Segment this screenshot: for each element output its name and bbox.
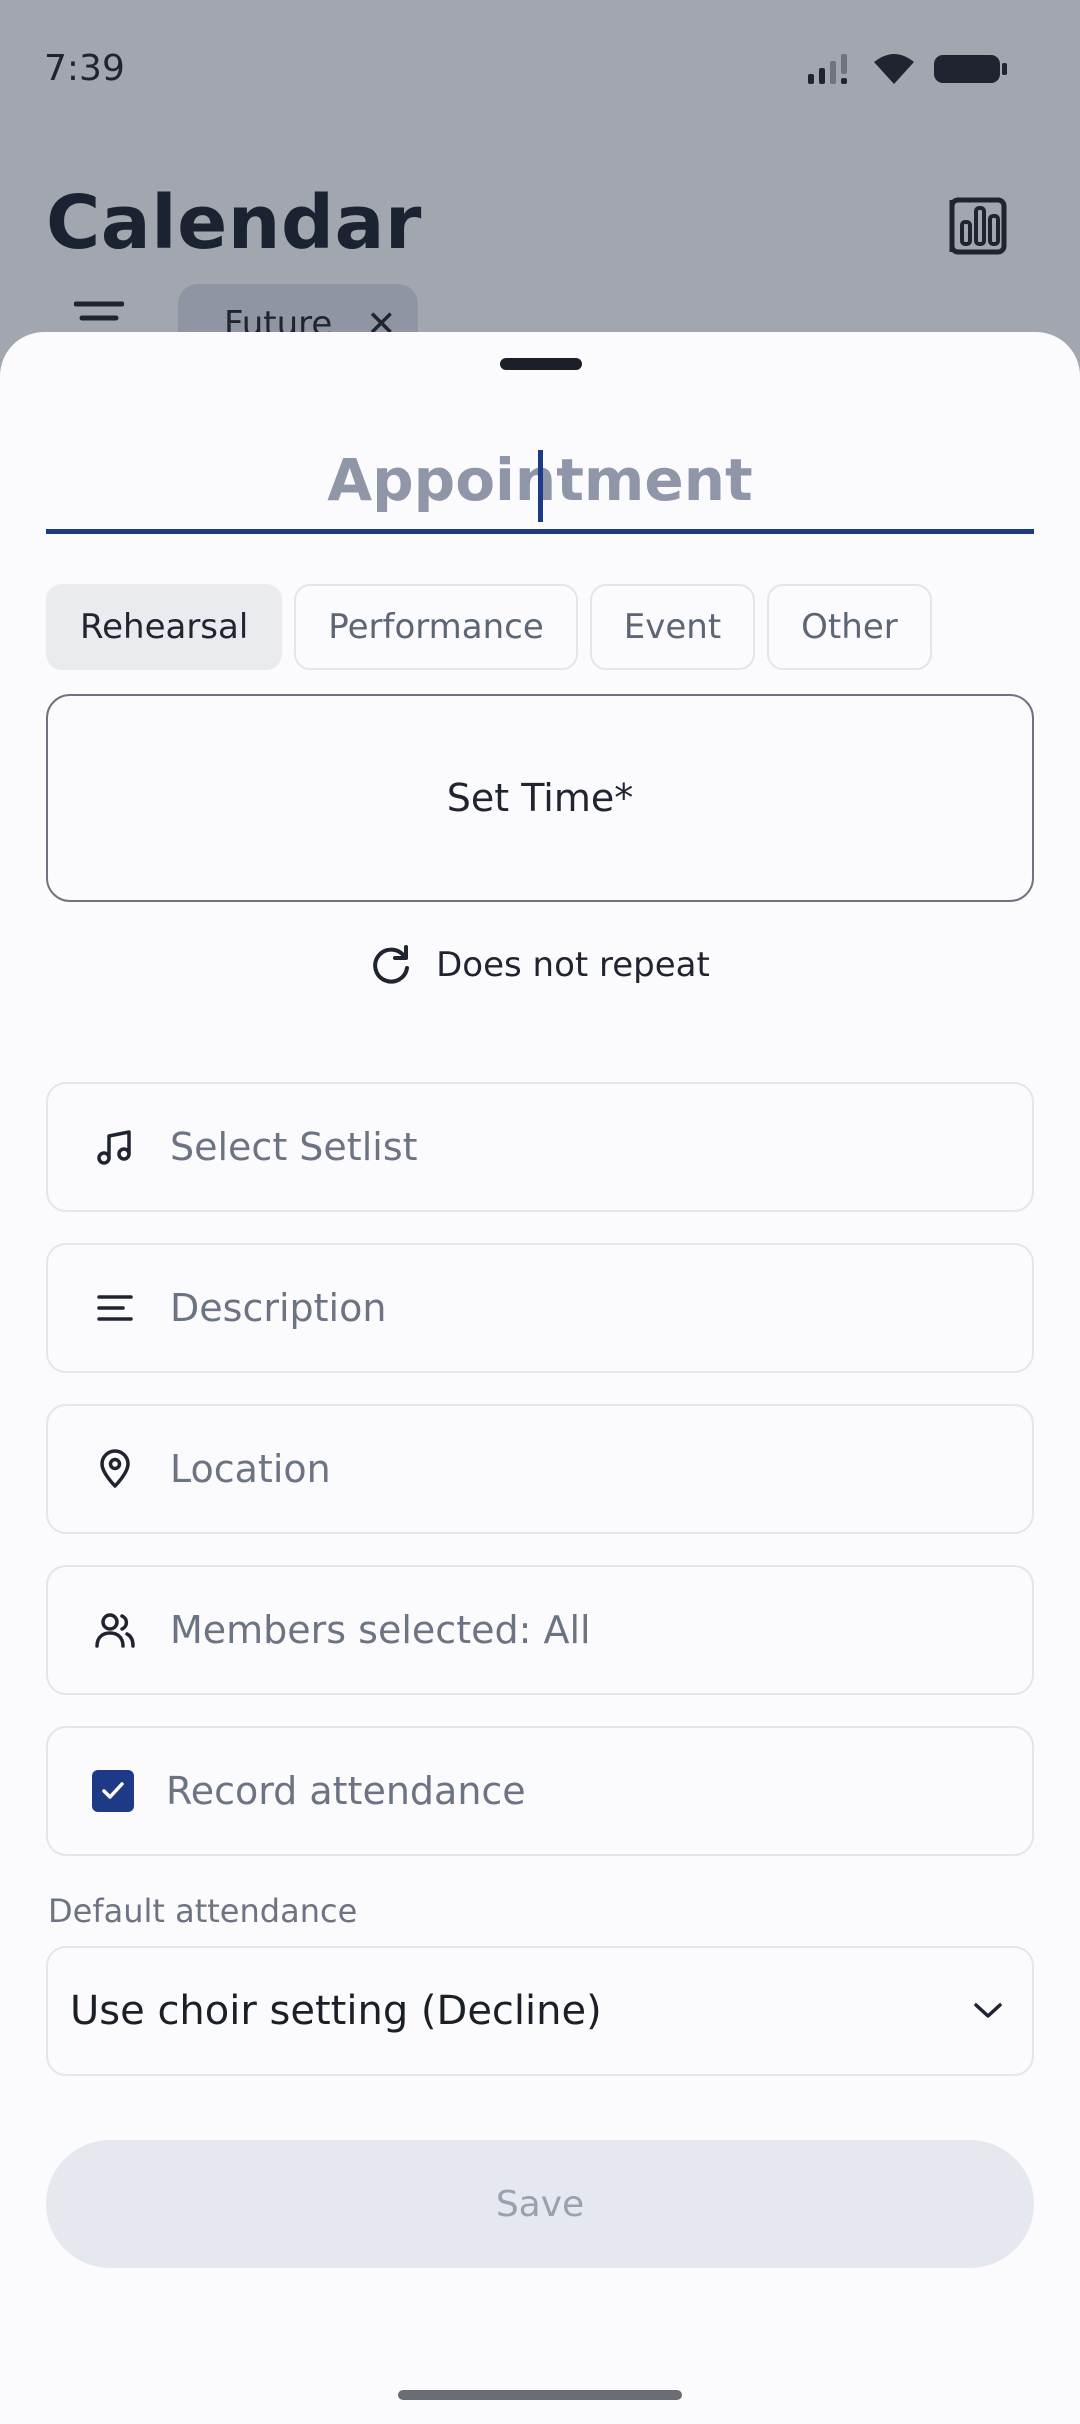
battery-icon	[934, 55, 1007, 83]
members-label: Members selected: All	[170, 1608, 591, 1652]
setlist-field[interactable]: Select Setlist	[46, 1082, 1034, 1212]
wifi-icon	[874, 54, 914, 84]
type-chip-rehearsal[interactable]: Rehearsal	[46, 584, 283, 670]
description-field[interactable]: Description	[46, 1243, 1034, 1373]
repeat-button[interactable]: Does not repeat	[0, 944, 1080, 986]
check-icon	[102, 1782, 124, 1799]
location-pin-icon	[92, 1446, 138, 1492]
home-indicator	[398, 2390, 682, 2400]
record-attendance-label: Record attendance	[166, 1769, 526, 1813]
type-chip-performance[interactable]: Performance	[294, 584, 578, 670]
sheet-grabber[interactable]	[500, 358, 582, 370]
text-lines-icon	[92, 1285, 138, 1331]
appointment-sheet: Rehearsal Performance Event Other Set Ti…	[0, 332, 1080, 2424]
members-field[interactable]: Members selected: All	[46, 1565, 1034, 1695]
default-attendance-value: Use choir setting (Decline)	[70, 1988, 602, 2034]
record-attendance-field[interactable]: Record attendance	[46, 1726, 1034, 1856]
users-icon	[92, 1607, 138, 1653]
status-icons	[806, 52, 1008, 86]
default-attendance-label: Default attendance	[48, 1892, 358, 1930]
default-attendance-select[interactable]: Use choir setting (Decline)	[46, 1946, 1034, 2076]
chevron-down-icon	[974, 2003, 1002, 2018]
type-chip-event[interactable]: Event	[589, 584, 756, 670]
page-title: Calendar	[46, 180, 422, 266]
location-field[interactable]: Location	[46, 1404, 1034, 1534]
filter-menu-icon[interactable]	[74, 300, 124, 330]
type-chip-other[interactable]: Other	[767, 584, 932, 670]
stats-icon[interactable]	[948, 196, 1008, 256]
save-button[interactable]: Save	[46, 2140, 1034, 2268]
location-placeholder: Location	[170, 1447, 331, 1491]
title-field-wrap	[46, 442, 1034, 534]
text-caret	[538, 450, 543, 522]
status-bar: 7:39	[0, 0, 1080, 140]
signal-icon	[808, 54, 847, 84]
appointment-type-selector: Rehearsal Performance Event Other	[46, 584, 932, 670]
setlist-placeholder: Select Setlist	[170, 1125, 418, 1169]
music-note-icon	[92, 1124, 138, 1170]
status-time: 7:39	[44, 48, 125, 89]
repeat-icon	[373, 945, 410, 984]
description-placeholder: Description	[170, 1286, 387, 1330]
repeat-label: Does not repeat	[436, 945, 710, 985]
record-attendance-checkbox[interactable]	[92, 1770, 134, 1812]
set-time-button[interactable]: Set Time*	[46, 694, 1034, 902]
